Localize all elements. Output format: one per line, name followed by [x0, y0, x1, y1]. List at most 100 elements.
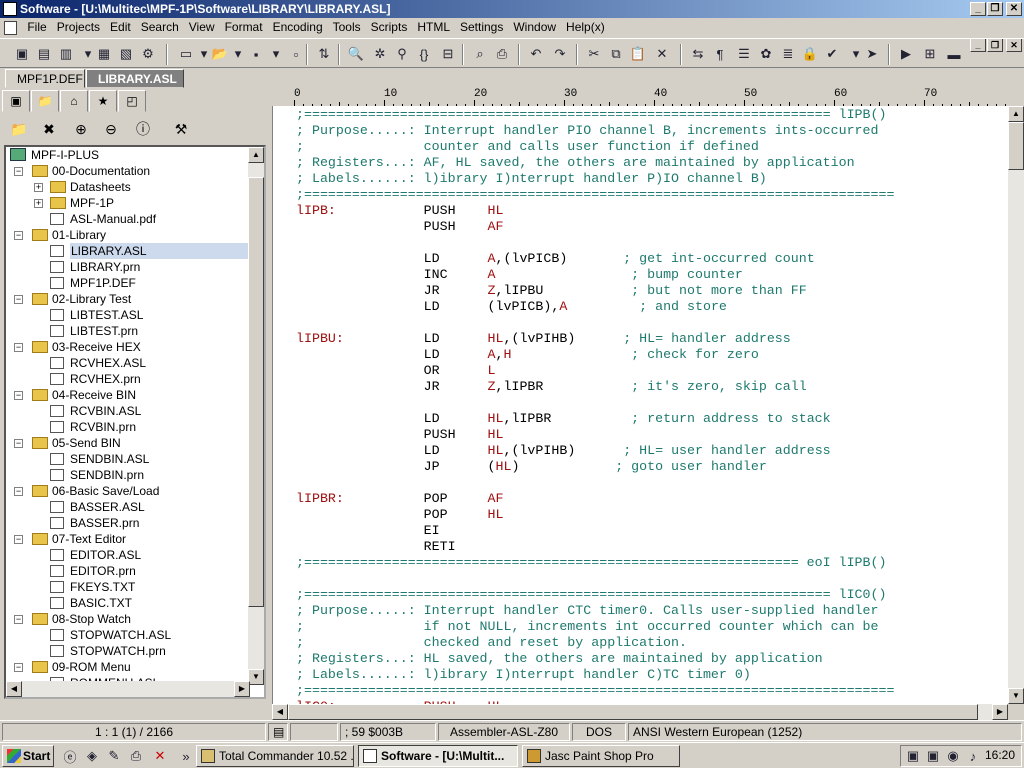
editor-vertical-scrollbar[interactable]: ▲ ▼: [1008, 106, 1024, 704]
remove-file-icon[interactable]: ⊖: [100, 118, 122, 140]
code-editor[interactable]: ;=======================================…: [294, 106, 1008, 704]
copy-icon[interactable]: ⧉: [606, 44, 626, 64]
tree-file[interactable]: LIBTEST.ASL: [50, 307, 143, 323]
minimize-button[interactable]: _: [970, 2, 986, 16]
tree-file[interactable]: STOPWATCH.prn: [50, 643, 166, 659]
console-icon[interactable]: ▬: [944, 44, 964, 64]
tree-folder[interactable]: −04-Receive BIN: [14, 387, 136, 403]
tree-folder[interactable]: −03-Receive HEX: [14, 339, 141, 355]
code-line[interactable]: ; Purpose.....: Interrupt handler PIO ch…: [296, 123, 879, 139]
code-line[interactable]: LD HL,lIPBR ; return address to stack: [296, 411, 831, 427]
delete-icon[interactable]: ✕: [652, 44, 672, 64]
menu-settings[interactable]: Settings: [455, 18, 508, 37]
close-button[interactable]: ✕: [1006, 2, 1022, 16]
add-file-icon[interactable]: ⊕: [70, 118, 92, 140]
menu-window[interactable]: Window: [508, 18, 561, 37]
print-icon[interactable]: ⎙: [492, 44, 512, 64]
tray-app-icon[interactable]: ◉: [943, 746, 963, 766]
replace-icon[interactable]: ✲: [370, 44, 390, 64]
editor-scroll-left-icon[interactable]: ◀: [272, 704, 288, 720]
tree-folder[interactable]: −05-Send BIN: [14, 435, 121, 451]
project-settings-icon[interactable]: ⚙: [138, 44, 158, 64]
save-icon[interactable]: ▪: [246, 44, 266, 64]
highlight-icon[interactable]: ✿: [756, 44, 776, 64]
menu-view[interactable]: View: [184, 18, 220, 37]
code-line[interactable]: PUSH HL: [296, 427, 504, 443]
tree-horizontal-scrollbar[interactable]: ◀ ▶: [6, 681, 250, 697]
code-line[interactable]: ; Purpose.....: Interrupt handler CTC ti…: [296, 603, 879, 619]
find-in-files-icon[interactable]: ⚲: [392, 44, 412, 64]
save-all-icon[interactable]: ▫: [286, 44, 306, 64]
tree-file[interactable]: SENDBIN.prn: [50, 467, 144, 483]
code-line[interactable]: ; checked and reset by application.: [296, 635, 687, 651]
quicklaunch-app-icon[interactable]: ◈: [82, 746, 102, 766]
editor-scroll-right-icon[interactable]: ▶: [992, 704, 1008, 720]
editor-scroll-thumb[interactable]: [1008, 122, 1024, 170]
word-wrap-icon[interactable]: ⇆: [688, 44, 708, 64]
tree-file[interactable]: ASL-Manual.pdf: [50, 211, 156, 227]
code-line[interactable]: JR Z,lIPBU ; but not more than FF: [296, 283, 807, 299]
tree-file[interactable]: RCVHEX.ASL: [50, 355, 146, 371]
doc-tab-library-asl[interactable]: LIBRARY.ASL: [86, 69, 184, 88]
ruler-toggle-icon[interactable]: ☰: [734, 44, 754, 64]
quicklaunch-close-icon[interactable]: ✕: [150, 746, 170, 766]
expand-icon[interactable]: +: [34, 183, 43, 192]
tools-icon[interactable]: ⚒: [170, 118, 192, 140]
ie-icon[interactable]: ⓔ: [60, 746, 80, 766]
pin-icon[interactable]: ➤: [862, 44, 882, 64]
menu-file[interactable]: File: [22, 18, 51, 37]
code-line[interactable]: JR Z,lIPBR ; it's zero, skip call: [296, 379, 807, 395]
tree-folder[interactable]: −01-Library: [14, 227, 106, 243]
collapse-icon[interactable]: −: [14, 663, 23, 672]
project-files-icon[interactable]: ▦: [94, 44, 114, 64]
code-line[interactable]: ;=======================================…: [296, 587, 886, 603]
favorites-tab-icon[interactable]: ★: [89, 90, 117, 112]
code-line[interactable]: lIPBU: LD HL,(lvPIHB) ; HL= handler addr…: [296, 331, 791, 347]
run-icon[interactable]: ▶: [896, 44, 916, 64]
network-icon[interactable]: ▣: [903, 746, 923, 766]
project-list-icon[interactable]: ▧: [116, 44, 136, 64]
tree-folder[interactable]: −02-Library Test: [14, 291, 131, 307]
tree-file[interactable]: LIBTEST.prn: [50, 323, 138, 339]
code-line[interactable]: ; if not NULL, increments int occurred c…: [296, 619, 879, 635]
remove-icon[interactable]: ✖: [38, 118, 60, 140]
explorer-tab-icon[interactable]: 📁: [31, 90, 59, 112]
tree-folder[interactable]: −09-ROM Menu: [14, 659, 131, 675]
spell-check-icon[interactable]: ✔: [822, 44, 842, 64]
code-line[interactable]: ; Labels......: l)ibrary I)nterrupt hand…: [296, 667, 751, 683]
code-line[interactable]: LD A,(lvPICB) ; get int-occurred count: [296, 251, 815, 267]
doc-tab-mpf1p-def[interactable]: MPF1P.DEF: [5, 69, 85, 88]
tree-file[interactable]: RCVHEX.prn: [50, 371, 141, 387]
tree-folder[interactable]: −06-Basic Save/Load: [14, 483, 159, 499]
menu-helpx[interactable]: Help(x): [561, 18, 610, 37]
code-line[interactable]: ; Labels......: l)ibrary I)nterrupt hand…: [296, 171, 767, 187]
editor-horizontal-scrollbar[interactable]: ◀ ▶: [272, 704, 1008, 720]
editor-scroll-up-icon[interactable]: ▲: [1008, 106, 1024, 122]
expand-icon[interactable]: +: [34, 199, 43, 208]
taskbar-paint-shop-pro[interactable]: Jasc Paint Shop Pro: [522, 745, 680, 767]
new-file-icon[interactable]: ▭: [176, 44, 196, 64]
read-only-icon[interactable]: 🔒: [800, 44, 820, 64]
tree-file[interactable]: SENDBIN.ASL: [50, 451, 149, 467]
collapse-icon[interactable]: −: [14, 295, 23, 304]
code-line[interactable]: LD A,H ; check for zero: [296, 347, 759, 363]
restore-button[interactable]: ❐: [987, 2, 1003, 16]
menu-html[interactable]: HTML: [412, 18, 455, 37]
tree-file[interactable]: LIBRARY.ASL: [50, 243, 250, 259]
scroll-left-icon[interactable]: ◀: [6, 681, 22, 697]
code-line[interactable]: PUSH AF: [296, 219, 504, 235]
line-numbers-icon[interactable]: ≣: [778, 44, 798, 64]
menu-search[interactable]: Search: [136, 18, 184, 37]
code-line[interactable]: ; counter and calls user function if def…: [296, 139, 759, 155]
code-line[interactable]: OR L: [296, 363, 496, 379]
tree-file[interactable]: BASIC.TXT: [50, 595, 132, 611]
tree-root[interactable]: MPF-I-PLUS: [10, 147, 99, 163]
tree-folder[interactable]: −07-Text Editor: [14, 531, 126, 547]
code-line[interactable]: RETI: [296, 539, 456, 555]
tree-scroll-thumb[interactable]: [248, 177, 264, 607]
collapse-icon[interactable]: −: [14, 487, 23, 496]
code-line[interactable]: LD HL,(lvPIHB) ; HL= user handler addres…: [296, 443, 831, 459]
tree-file[interactable]: RCVBIN.ASL: [50, 403, 141, 419]
find-icon[interactable]: 🔍: [346, 44, 366, 64]
collapse-icon[interactable]: −: [14, 615, 23, 624]
